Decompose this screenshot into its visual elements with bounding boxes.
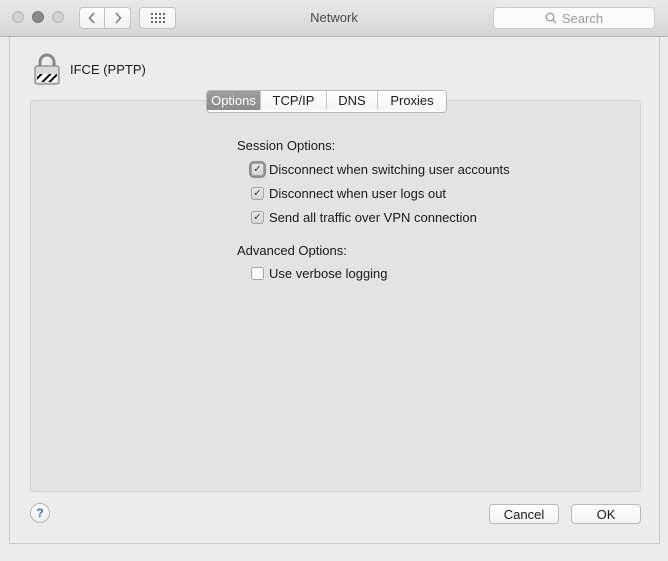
options-panel bbox=[30, 100, 641, 492]
ok-button[interactable]: OK bbox=[571, 504, 641, 524]
send-all-traffic-label: Send all traffic over VPN connection bbox=[269, 210, 477, 225]
verbose-logging-checkbox[interactable] bbox=[251, 267, 264, 280]
disconnect-switching-label: Disconnect when switching user accounts bbox=[269, 162, 510, 177]
disconnect-switching-row[interactable]: ✓ Disconnect when switching user account… bbox=[251, 162, 510, 177]
tab-bar: Options TCP/IP DNS Proxies bbox=[206, 90, 447, 113]
tab-dns[interactable]: DNS bbox=[326, 91, 377, 110]
network-window: Network Search IFCE (PPTP) Options TCP/I… bbox=[0, 0, 668, 561]
search-field[interactable]: Search bbox=[493, 7, 655, 29]
sheet-content: IFCE (PPTP) Options TCP/IP DNS Proxies S… bbox=[9, 37, 660, 544]
help-button[interactable]: ? bbox=[30, 503, 50, 523]
disconnect-switching-checkbox[interactable]: ✓ bbox=[251, 163, 264, 176]
search-icon bbox=[545, 12, 557, 24]
session-options-heading: Session Options: bbox=[237, 138, 336, 153]
disconnect-logout-row[interactable]: ✓ Disconnect when user logs out bbox=[251, 186, 446, 201]
tab-tcp-ip[interactable]: TCP/IP bbox=[260, 91, 326, 110]
tab-proxies[interactable]: Proxies bbox=[377, 91, 446, 110]
title-bar: Network Search bbox=[0, 0, 668, 37]
disconnect-logout-checkbox[interactable]: ✓ bbox=[251, 187, 264, 200]
disconnect-logout-label: Disconnect when user logs out bbox=[269, 186, 447, 201]
verbose-logging-label: Use verbose logging bbox=[269, 266, 388, 281]
send-all-traffic-row[interactable]: ✓ Send all traffic over VPN connection bbox=[251, 210, 477, 225]
send-all-traffic-checkbox[interactable]: ✓ bbox=[251, 211, 264, 224]
service-name: IFCE (PPTP) bbox=[70, 61, 146, 77]
lock-icon bbox=[34, 53, 60, 85]
verbose-logging-row[interactable]: Use verbose logging bbox=[251, 266, 388, 281]
advanced-options-heading: Advanced Options: bbox=[237, 243, 347, 258]
tab-options[interactable]: Options bbox=[207, 91, 260, 110]
search-placeholder: Search bbox=[561, 10, 604, 26]
service-header: IFCE (PPTP) bbox=[34, 53, 146, 85]
cancel-button[interactable]: Cancel bbox=[489, 504, 559, 524]
